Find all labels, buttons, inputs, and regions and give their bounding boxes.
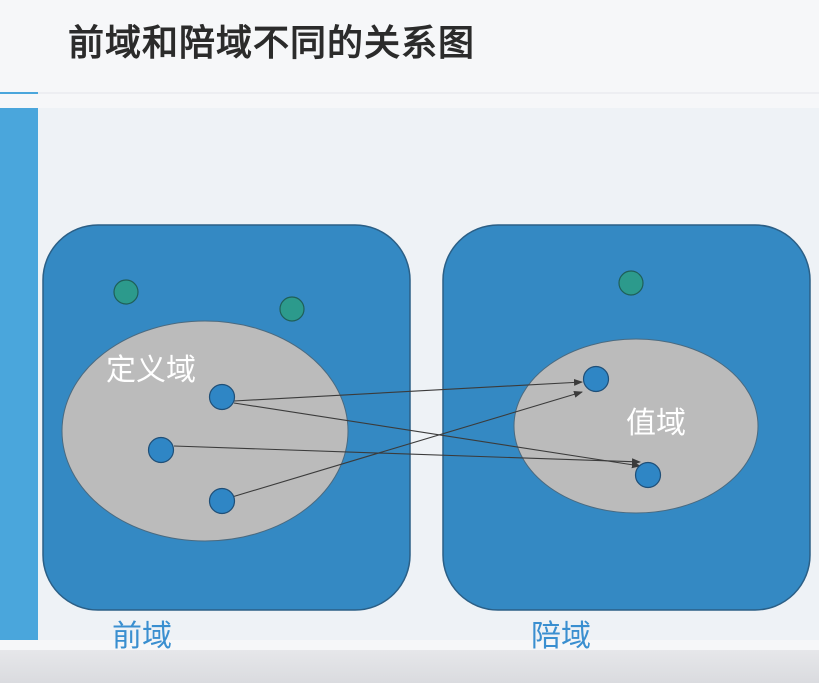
range-element-node <box>582 365 610 393</box>
relation-diagram: 定义域 值域 前域 陪域 <box>0 92 819 654</box>
range-label: 值域 <box>626 406 686 441</box>
unmapped-element-node <box>113 279 139 305</box>
bottom-bar <box>0 650 819 683</box>
definition-domain-label: 定义域 <box>106 353 196 388</box>
definition-domain-ellipse <box>61 320 349 542</box>
codomain-caption: 陪域 <box>531 619 591 654</box>
unmapped-element-node <box>618 270 644 296</box>
domain-element-node <box>147 436 175 464</box>
range-element-node <box>634 461 662 489</box>
left-sidebar-strip <box>0 108 38 640</box>
domain-element-node <box>208 487 236 515</box>
slide: 前域和陪域不同的关系图 定义域 值域 前域 陪域 <box>0 0 819 683</box>
unmapped-element-node <box>279 296 305 322</box>
domain-element-node <box>208 383 236 411</box>
domain-caption: 前域 <box>112 619 172 654</box>
